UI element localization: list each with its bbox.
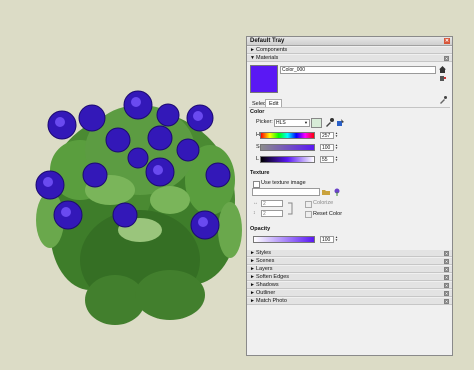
- plant-icon[interactable]: [333, 188, 341, 196]
- hue-slider[interactable]: [260, 132, 315, 139]
- hue-spinner[interactable]: ▲ ▼: [335, 132, 338, 138]
- lightness-value-field[interactable]: 55: [320, 156, 334, 163]
- close-icon[interactable]: ✕: [444, 259, 449, 264]
- texture-path-field[interactable]: [252, 188, 320, 196]
- default-tray-panel: Default Tray ✕ ►Components ▼Materials ✕ …: [246, 36, 453, 356]
- texture-heading: Texture: [250, 170, 270, 176]
- close-icon[interactable]: ✕: [444, 299, 449, 304]
- close-icon[interactable]: ✕: [444, 56, 449, 61]
- lightness-spinner[interactable]: ▲ ▼: [335, 156, 338, 162]
- section-layers[interactable]: ►Layers ✕: [247, 266, 452, 273]
- use-texture-checkbox[interactable]: [253, 181, 260, 188]
- texture-width-field[interactable]: 2: [261, 200, 283, 207]
- close-icon[interactable]: ✕: [444, 283, 449, 288]
- material-name-field[interactable]: Color_000: [280, 66, 436, 74]
- lightness-label: L: [256, 156, 260, 162]
- close-icon[interactable]: ✕: [444, 38, 450, 44]
- section-soften-edges[interactable]: ►Soften Edges ✕: [247, 274, 452, 281]
- color-preview-swatch[interactable]: [311, 118, 322, 128]
- width-arrow-icon: ↔: [253, 200, 258, 206]
- section-styles[interactable]: ►Styles ✕: [247, 250, 452, 257]
- folder-icon[interactable]: [322, 188, 330, 196]
- material-swatch[interactable]: [250, 65, 278, 93]
- section-label: Scenes: [256, 258, 275, 264]
- house-icon[interactable]: [439, 66, 446, 73]
- section-label: Materials: [256, 55, 279, 61]
- texture-height-field[interactable]: 2: [261, 210, 283, 217]
- close-icon[interactable]: ✕: [444, 275, 449, 280]
- section-scenes[interactable]: ►Scenes ✕: [247, 258, 452, 265]
- colorize-checkbox[interactable]: [305, 201, 312, 208]
- section-outliner[interactable]: ►Outliner ✕: [247, 290, 452, 297]
- opacity-value-field[interactable]: 100: [320, 236, 334, 243]
- close-icon[interactable]: ✕: [444, 267, 449, 272]
- paint-icon[interactable]: [336, 118, 345, 127]
- section-label: Layers: [256, 266, 273, 272]
- lightness-slider[interactable]: [260, 156, 315, 163]
- tray-title-bar[interactable]: Default Tray ✕: [247, 37, 452, 46]
- opacity-heading: Opacity: [250, 226, 271, 232]
- close-icon[interactable]: ✕: [444, 291, 449, 296]
- picker-value: HLS: [276, 120, 286, 126]
- opacity-slider[interactable]: [253, 236, 315, 243]
- section-label: Components: [256, 47, 288, 53]
- section-label: Shadows: [256, 282, 279, 288]
- reset-color-icon[interactable]: [305, 211, 312, 218]
- hue-value-field[interactable]: 257: [320, 132, 334, 139]
- section-label: Styles: [256, 250, 271, 256]
- section-components[interactable]: ►Components: [247, 47, 452, 54]
- opacity-spinner[interactable]: ▲ ▼: [335, 236, 338, 242]
- reset-color-label[interactable]: Reset Color: [313, 211, 342, 218]
- paint-icon[interactable]: [439, 75, 446, 82]
- saturation-slider[interactable]: [260, 144, 315, 151]
- plant-model[interactable]: [20, 80, 260, 370]
- tab-edit[interactable]: Edit: [265, 99, 283, 107]
- saturation-value-field[interactable]: 100: [320, 144, 334, 151]
- colorize-label: Colorize: [313, 200, 334, 206]
- tab-divider: [249, 107, 450, 108]
- color-heading: Color: [250, 109, 265, 115]
- section-label: Outliner: [256, 290, 276, 296]
- section-label: Match Photo: [256, 298, 287, 304]
- section-label: Soften Edges: [256, 274, 290, 280]
- saturation-spinner[interactable]: ▲ ▼: [335, 144, 338, 150]
- tray-title: Default Tray: [250, 38, 285, 44]
- eyedropper-icon[interactable]: [439, 96, 447, 104]
- section-match-photo[interactable]: ►Match Photo ✕: [247, 298, 452, 305]
- picker-select[interactable]: HLS ▼: [274, 119, 310, 127]
- eyedropper-icon[interactable]: [325, 118, 334, 127]
- picker-label: Picker:: [256, 119, 273, 125]
- height-arrow-icon: ↕: [253, 210, 256, 216]
- section-materials[interactable]: ▼Materials ✕: [247, 55, 452, 62]
- close-icon[interactable]: ✕: [444, 251, 449, 256]
- chevron-down-icon: ▼: [304, 120, 308, 125]
- use-texture-label: Use texture image: [261, 180, 306, 186]
- aspect-lock-icon[interactable]: [287, 202, 295, 215]
- section-shadows[interactable]: ►Shadows ✕: [247, 282, 452, 289]
